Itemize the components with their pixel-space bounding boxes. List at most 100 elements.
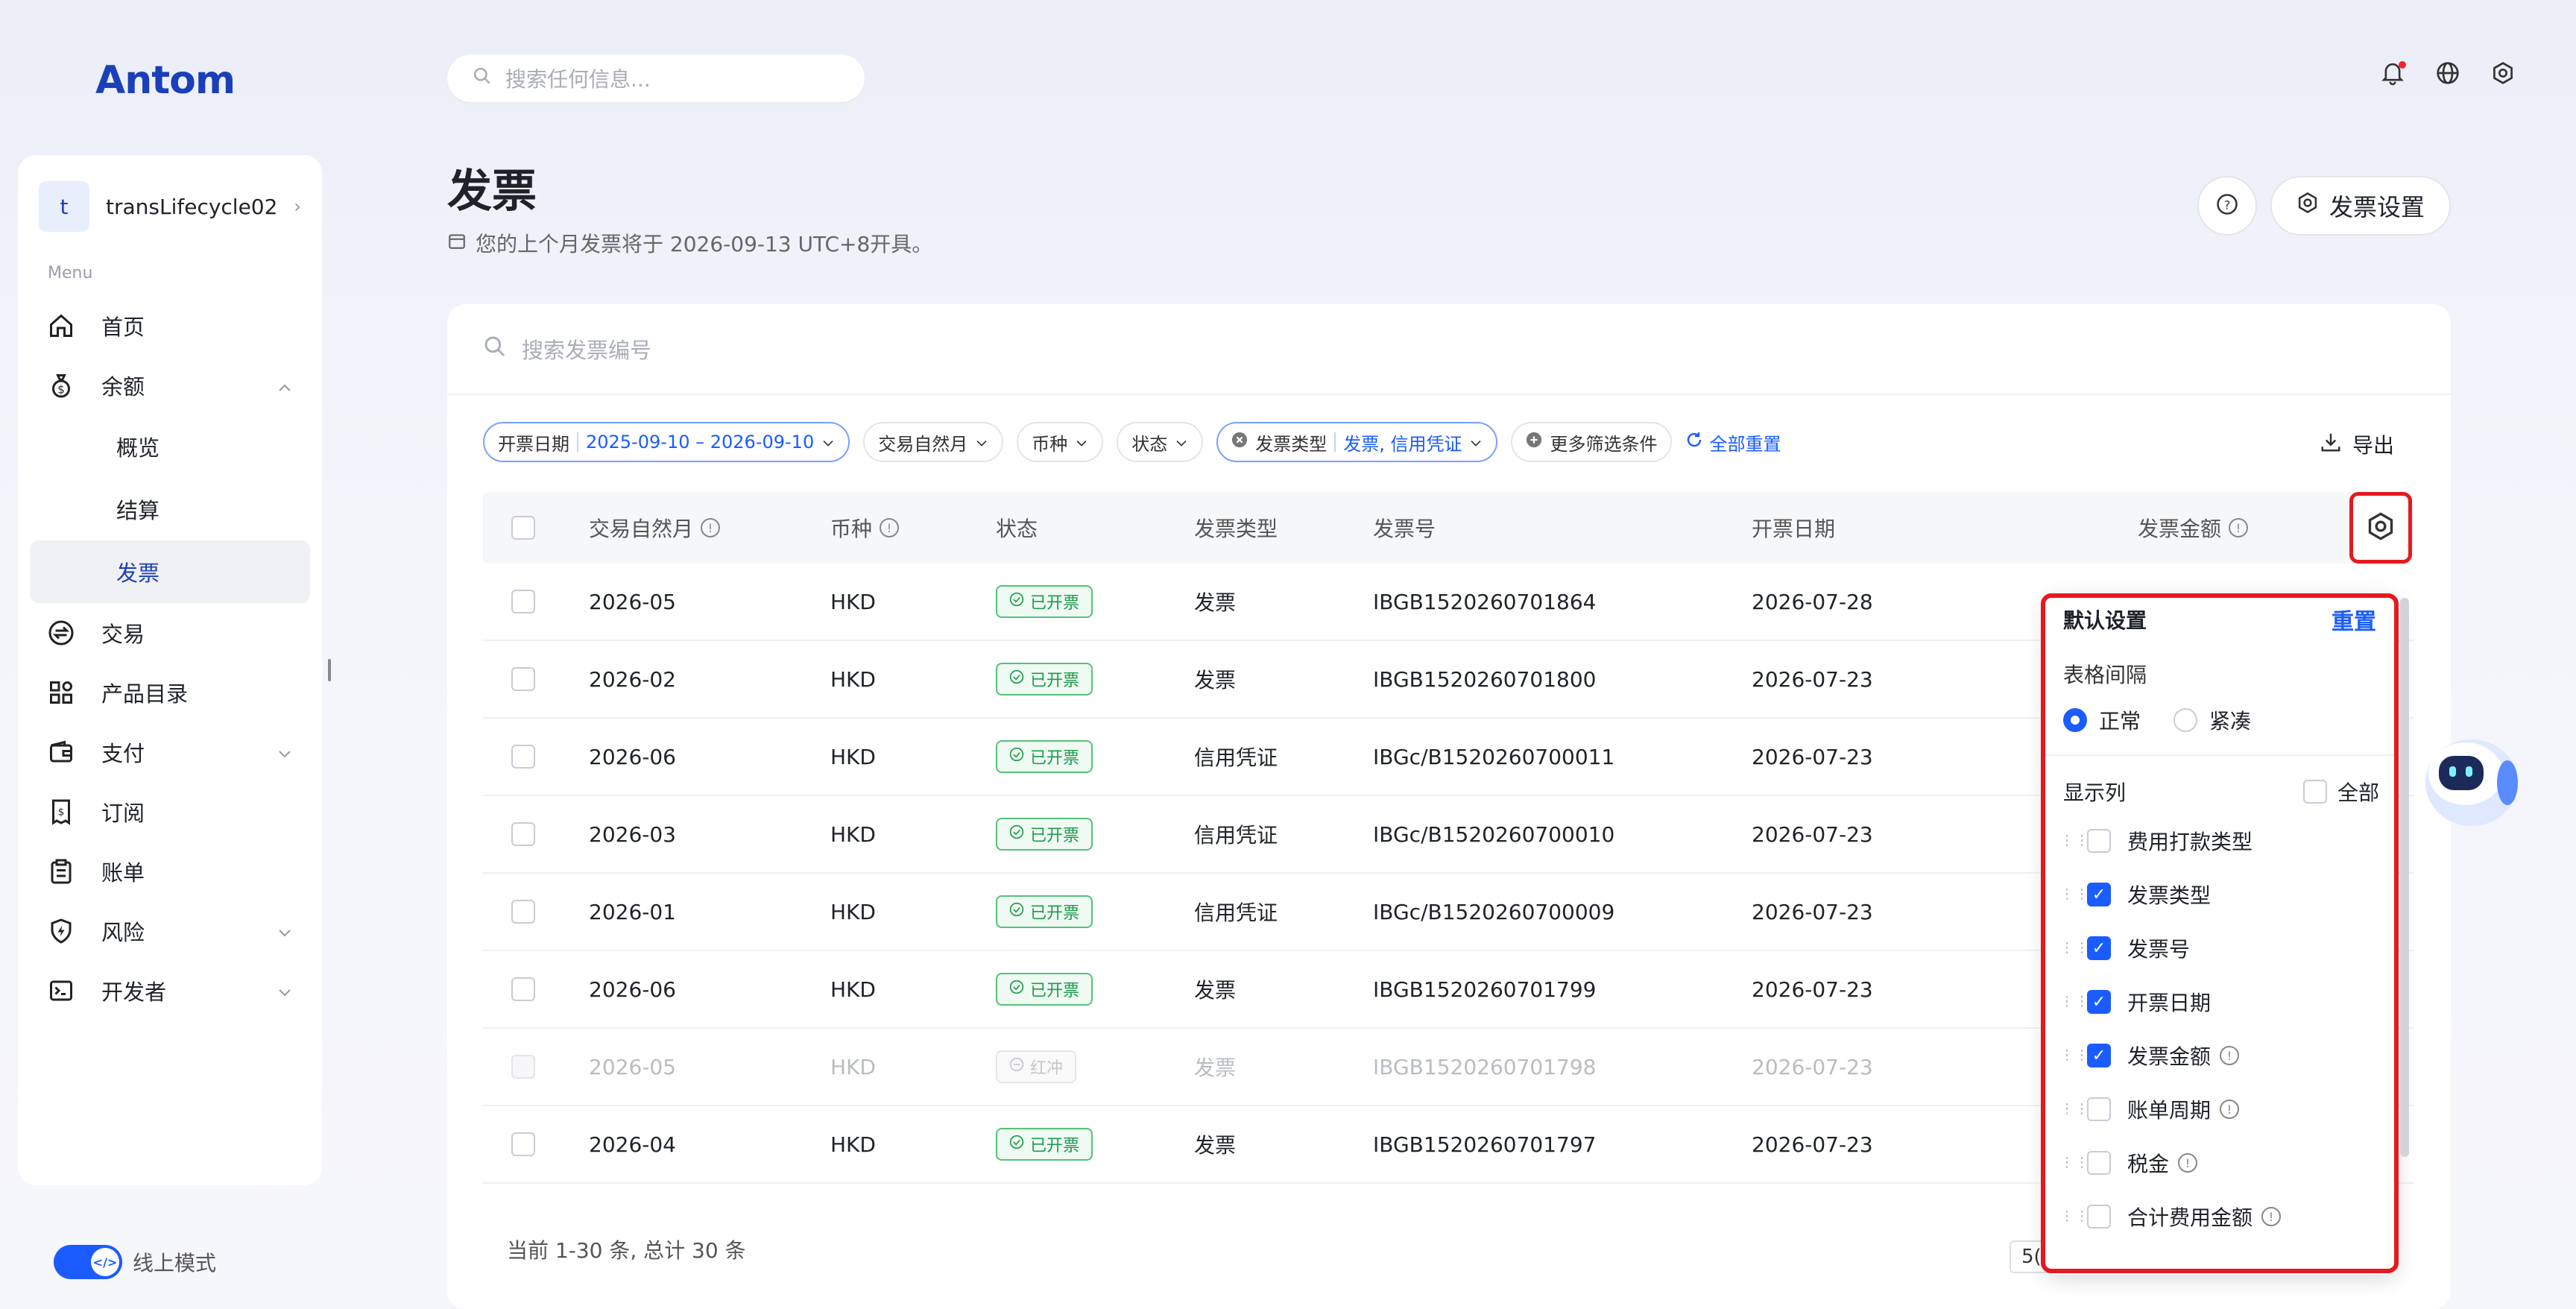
sidebar-item-transactions[interactable]: 交易 xyxy=(30,603,310,663)
column-option[interactable]: ⋮⋮ ✓ 发票号 xyxy=(2045,921,2397,975)
check-circle-icon xyxy=(1009,824,1024,844)
column-option[interactable]: ⋮⋮ 账单周期! xyxy=(2045,1082,2397,1136)
cell-number[interactable]: IBGc/B1520260700011 xyxy=(1373,719,1614,795)
column-option[interactable]: ⋮⋮ 合计费用金额! xyxy=(2045,1190,2397,1243)
row-checkbox[interactable] xyxy=(511,1132,535,1156)
sidebar-item-payments[interactable]: 支付 xyxy=(30,722,310,782)
column-option[interactable]: ⋮⋮ 税金! xyxy=(2045,1136,2397,1190)
drag-handle-icon[interactable]: ⋮⋮ xyxy=(2060,1156,2089,1170)
invoice-search-input[interactable]: 搜索发票编号 xyxy=(447,304,2451,395)
clipboard-icon xyxy=(48,858,78,885)
row-checkbox[interactable] xyxy=(511,977,535,1001)
divider xyxy=(1334,432,1336,452)
row-checkbox[interactable] xyxy=(511,667,535,691)
filter-month[interactable]: 交易自然月 xyxy=(863,422,1004,462)
row-checkbox[interactable] xyxy=(511,822,535,846)
popover-scrollbar[interactable] xyxy=(2400,598,2409,1157)
invoice-settings-button[interactable]: 发票设置 xyxy=(2270,176,2451,236)
column-header-status[interactable]: 状态 xyxy=(996,492,1038,564)
more-filters-button[interactable]: 更多筛选条件 xyxy=(1511,422,1673,462)
checkbox[interactable] xyxy=(2087,829,2111,853)
column-label: 发票号 xyxy=(1373,517,1436,541)
column-settings-button[interactable] xyxy=(2349,492,2412,564)
column-header-type[interactable]: 发票类型 xyxy=(1194,492,1278,564)
toggle-switch[interactable]: </> xyxy=(54,1245,122,1279)
chevron-down-icon xyxy=(1469,432,1483,452)
reset-columns-button[interactable]: 重置 xyxy=(2332,603,2376,636)
sidebar-item-home[interactable]: 首页 xyxy=(30,296,310,356)
checkbox[interactable] xyxy=(2302,780,2327,804)
checkbox[interactable] xyxy=(2087,1205,2111,1228)
assistant-robot-icon[interactable] xyxy=(2418,728,2522,832)
filter-invoice-type[interactable]: 发票类型 发票, 信用凭证 xyxy=(1216,422,1498,462)
select-all-checkbox[interactable] xyxy=(511,516,535,540)
checkbox[interactable] xyxy=(2087,1151,2111,1175)
column-option[interactable]: ⋮⋮ ✓ 发票类型 xyxy=(2045,868,2397,921)
drag-handle-icon[interactable]: ⋮⋮ xyxy=(2060,834,2089,848)
column-option[interactable]: ⋮⋮ ✓ 开票日期 xyxy=(2045,975,2397,1029)
filter-invoice-date[interactable]: 开票日期 2025-09-10 – 2026-09-10 xyxy=(483,422,850,462)
drag-handle-icon[interactable]: ⋮⋮ xyxy=(2060,941,2089,955)
export-button[interactable]: 导出 xyxy=(2320,429,2394,459)
column-header-month[interactable]: 交易自然月! xyxy=(589,492,721,564)
sidebar-item-balance[interactable]: $ 余额 xyxy=(30,356,310,415)
cell-number[interactable]: IBGB1520260701799 xyxy=(1373,951,1596,1027)
cell-number[interactable]: IBGB1520260701800 xyxy=(1373,641,1596,717)
globe-icon[interactable] xyxy=(2434,60,2461,86)
live-mode-toggle[interactable]: </> 线上模式 xyxy=(54,1245,216,1279)
sidebar-item-catalog[interactable]: 产品目录 xyxy=(30,663,310,722)
checkbox[interactable]: ✓ xyxy=(2087,1044,2111,1067)
cell-month: 2026-05 xyxy=(589,589,676,614)
sidebar-item-overview[interactable]: 概览 xyxy=(30,415,310,478)
drag-handle-icon[interactable]: ⋮⋮ xyxy=(2060,1049,2089,1062)
sidebar-item-bills[interactable]: 账单 xyxy=(30,842,310,901)
cell-month: 2026-06 xyxy=(589,977,676,1002)
sidebar-item-settlement[interactable]: 结算 xyxy=(30,478,310,540)
drag-handle-icon[interactable]: ⋮⋮ xyxy=(2060,995,2089,1009)
menu-label: Menu xyxy=(48,264,93,283)
cell-number[interactable]: IBGc/B1520260700010 xyxy=(1373,796,1614,872)
select-all-columns[interactable]: 全部 xyxy=(2302,777,2379,807)
filter-currency[interactable]: 币种 xyxy=(1017,422,1104,462)
sidebar-item-subscriptions[interactable]: $ 订阅 xyxy=(30,782,310,842)
row-checkbox[interactable] xyxy=(511,590,535,614)
column-header-currency[interactable]: 币种! xyxy=(830,492,900,564)
gear-icon[interactable] xyxy=(2490,60,2516,86)
reset-all-filters-button[interactable]: 全部重置 xyxy=(1685,429,1781,455)
clear-filter-icon[interactable] xyxy=(1231,432,1248,452)
row-checkbox[interactable] xyxy=(511,900,535,924)
spacing-normal-radio[interactable]: 正常 xyxy=(2063,705,2141,735)
sidebar-item-developers[interactable]: 开发者 xyxy=(30,961,310,1021)
spacing-compact-radio[interactable]: 紧凑 xyxy=(2174,705,2251,735)
cell-number[interactable]: IBGc/B1520260700009 xyxy=(1373,874,1614,950)
drag-handle-icon[interactable]: ⋮⋮ xyxy=(2060,888,2089,901)
cell-date: 2026-07-23 xyxy=(1752,1054,1873,1079)
cell-number[interactable]: IBGB1520260701798 xyxy=(1373,1029,1596,1105)
sidebar-item-label: 订阅 xyxy=(101,801,145,826)
drag-handle-icon[interactable]: ⋮⋮ xyxy=(2060,1210,2089,1223)
account-switcher[interactable]: t transLifecycle02 › xyxy=(30,177,310,236)
column-option[interactable]: ⋮⋮ 费用打款类型 xyxy=(2045,814,2397,868)
row-checkbox[interactable] xyxy=(511,745,535,769)
column-header-number[interactable]: 发票号 xyxy=(1373,492,1436,564)
checkbox[interactable]: ✓ xyxy=(2087,936,2111,960)
filter-status[interactable]: 状态 xyxy=(1117,422,1204,462)
bell-icon[interactable] xyxy=(2379,60,2406,86)
column-option[interactable]: ⋮⋮ ✓ 发票金额! xyxy=(2045,1029,2397,1082)
cell-number[interactable]: IBGB1520260701797 xyxy=(1373,1106,1596,1182)
checkbox[interactable]: ✓ xyxy=(2087,990,2111,1014)
column-header-amount[interactable]: 发票金额! xyxy=(2138,492,2249,564)
checkbox[interactable]: ✓ xyxy=(2087,883,2111,906)
help-button[interactable]: ? xyxy=(2197,176,2257,236)
column-header-date[interactable]: 开票日期 xyxy=(1752,492,1835,564)
sidebar-resize-handle[interactable] xyxy=(328,659,331,681)
sidebar-item-risk[interactable]: 风险 xyxy=(30,901,310,961)
global-search-input[interactable]: 搜索任何信息... xyxy=(447,54,865,102)
checkbox[interactable] xyxy=(2087,1097,2111,1121)
antom-logo[interactable]: Antom xyxy=(95,58,236,103)
sidebar-item-invoice[interactable]: 发票 xyxy=(30,540,310,603)
drag-handle-icon[interactable]: ⋮⋮ xyxy=(2060,1103,2089,1116)
cell-number[interactable]: IBGB1520260701864 xyxy=(1373,564,1596,640)
row-checkbox[interactable] xyxy=(511,1055,535,1079)
cell-type: 发票 xyxy=(1194,1133,1237,1158)
